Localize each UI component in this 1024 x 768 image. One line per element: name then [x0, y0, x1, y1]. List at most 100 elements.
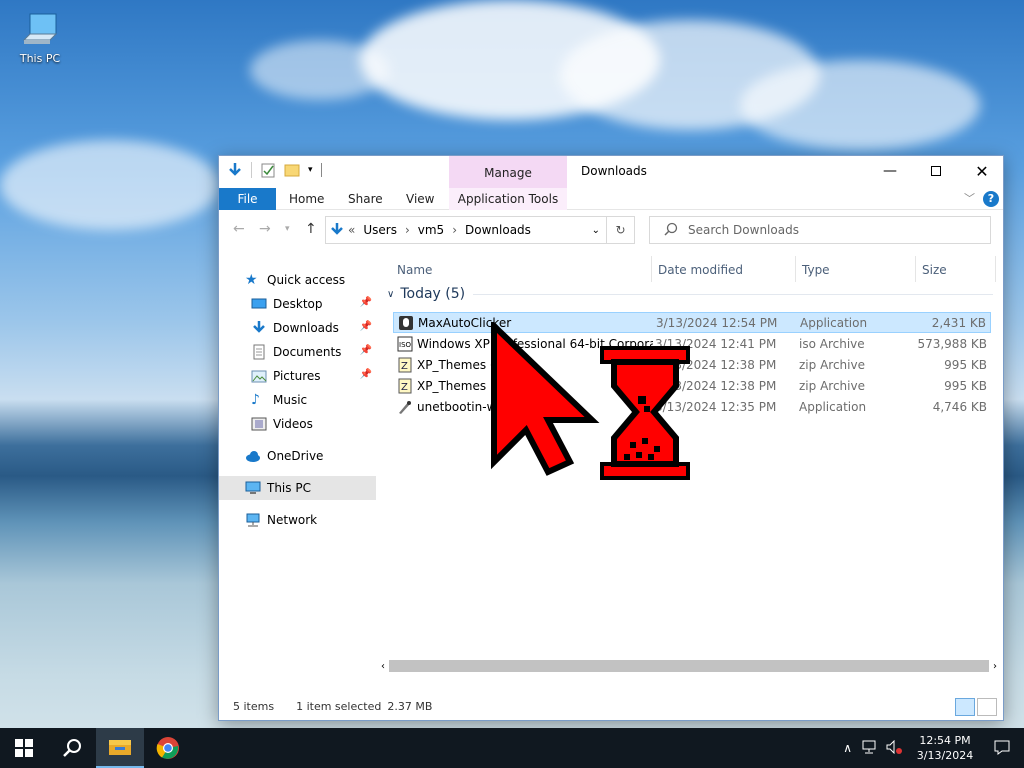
file-type: Application — [800, 315, 868, 330]
breadcrumb-downloads[interactable]: Downloads — [465, 223, 531, 237]
desktop-icon — [251, 296, 267, 312]
maximize-button[interactable] — [913, 156, 959, 186]
file-row[interactable]: unetbootin-w 3/13/2024 12:35 PM Applicat… — [393, 396, 991, 417]
help-icon[interactable]: ? — [983, 191, 999, 207]
recent-locations-icon[interactable]: ▾ — [285, 224, 290, 234]
star-icon: ★ — [245, 272, 258, 288]
tab-manage[interactable]: Manage — [449, 156, 567, 188]
collapse-chevron-icon[interactable]: ∨ — [387, 289, 394, 300]
address-dropdown-icon[interactable]: ⌄ — [592, 225, 600, 236]
nav-onedrive[interactable]: OneDrive — [219, 444, 376, 468]
pin-icon[interactable]: 📌 — [360, 321, 372, 332]
minimize-icon: — — [883, 163, 897, 179]
file-row[interactable]: Z XP_Themes (1) 3/13/2024 12:38 PM zip A… — [393, 354, 991, 375]
group-header-today[interactable]: ∨ Today (5) — [385, 286, 993, 302]
column-header-type[interactable]: Type — [802, 258, 830, 282]
tab-file[interactable]: File — [219, 188, 276, 210]
column-separator[interactable] — [651, 256, 652, 282]
tab-home[interactable]: Home — [279, 188, 334, 210]
breadcrumb-separator-icon[interactable]: › — [452, 223, 457, 237]
nav-music[interactable]: ♪ Music — [219, 388, 376, 412]
group-label: Today (5) — [400, 286, 466, 302]
notification-center-icon[interactable] — [980, 739, 1024, 758]
new-folder-icon[interactable] — [284, 162, 300, 178]
volume-muted-icon[interactable] — [886, 739, 902, 757]
title-bar: ▾ Manage Downloads — ✕ — [219, 156, 1003, 188]
column-separator[interactable] — [795, 256, 796, 282]
pin-icon[interactable]: 📌 — [360, 345, 372, 356]
tab-share[interactable]: Share — [338, 188, 393, 210]
tab-application-tools[interactable]: Application Tools — [449, 188, 567, 210]
pictures-icon — [251, 368, 267, 384]
svg-text:Z: Z — [401, 382, 408, 393]
search-icon — [63, 739, 81, 757]
scroll-right-icon[interactable]: › — [993, 661, 997, 672]
clock-time: 12:54 PM — [919, 734, 971, 747]
search-box[interactable]: Search Downloads — [649, 216, 991, 244]
file-row[interactable]: MaxAutoClicker 3/13/2024 12:54 PM Applic… — [393, 312, 991, 333]
tab-view[interactable]: View — [396, 188, 444, 210]
file-size: 573,988 KB — [917, 336, 987, 351]
column-header-size[interactable]: Size — [922, 258, 947, 282]
taskbar-chrome[interactable] — [144, 728, 192, 768]
file-type: Application — [799, 399, 867, 414]
taskbar-file-explorer[interactable] — [96, 728, 144, 768]
breadcrumb-vm5[interactable]: vm5 — [418, 223, 444, 237]
show-hidden-icons-icon[interactable]: ∧ — [843, 741, 852, 755]
scroll-left-icon[interactable]: ‹ — [381, 661, 385, 672]
close-button[interactable]: ✕ — [959, 156, 1005, 186]
details-view-icon[interactable] — [955, 698, 975, 716]
down-arrow-icon[interactable] — [227, 162, 243, 178]
system-tray: ∧ 12:54 PM 3/13/2024 — [843, 728, 1024, 768]
app-icon — [398, 315, 414, 331]
column-separator[interactable] — [995, 256, 996, 282]
this-pc-icon — [20, 10, 60, 50]
nav-videos[interactable]: Videos — [219, 412, 376, 436]
clock-date: 3/13/2024 — [916, 749, 974, 762]
zip-icon: Z — [397, 357, 413, 373]
nav-quick-access[interactable]: ★ Quick access — [219, 268, 376, 292]
navigation-pane: ★ Quick access Desktop 📌 Downloads 📌 Doc… — [219, 250, 379, 692]
file-type: iso Archive — [799, 336, 865, 351]
svg-text:ISO: ISO — [399, 341, 412, 349]
breadcrumb-users[interactable]: Users — [363, 223, 397, 237]
search-button[interactable] — [48, 728, 96, 768]
clock[interactable]: 12:54 PM 3/13/2024 — [910, 733, 980, 763]
file-row[interactable]: ISO Windows XP Professional 64-bit Corpo… — [393, 333, 991, 354]
svg-text:Z: Z — [401, 361, 408, 372]
breadcrumb-separator-icon[interactable]: › — [405, 223, 410, 237]
column-separator[interactable] — [915, 256, 916, 282]
customize-qat-icon[interactable]: ▾ — [308, 165, 313, 175]
start-button[interactable] — [0, 728, 48, 768]
properties-icon[interactable] — [260, 162, 276, 178]
pin-icon[interactable]: 📌 — [360, 369, 372, 380]
nav-label: Quick access — [267, 273, 346, 287]
network-status-icon[interactable] — [862, 740, 878, 757]
scroll-thumb[interactable] — [389, 660, 989, 672]
up-arrow-icon[interactable]: ↑ — [305, 221, 317, 237]
nav-desktop[interactable]: Desktop 📌 — [219, 292, 376, 316]
file-size: 995 KB — [944, 378, 987, 393]
nav-downloads[interactable]: Downloads 📌 — [219, 316, 376, 340]
nav-documents[interactable]: Documents 📌 — [219, 340, 376, 364]
forward-arrow-icon[interactable]: → — [259, 221, 271, 237]
back-arrow-icon[interactable]: ← — [233, 221, 245, 237]
nav-this-pc[interactable]: This PC — [219, 476, 376, 500]
nav-network[interactable]: Network — [219, 508, 376, 532]
file-row[interactable]: Z XP_Themes 3/13/2024 12:38 PM zip Archi… — [393, 375, 991, 396]
search-input[interactable]: Search Downloads — [688, 223, 799, 237]
pin-icon[interactable]: 📌 — [360, 297, 372, 308]
desktop-icon-this-pc[interactable]: This PC — [12, 10, 68, 65]
zip-icon: Z — [397, 378, 413, 394]
column-header-name[interactable]: Name — [397, 258, 432, 282]
address-bar[interactable]: « Users › vm5 › Downloads ⌄ — [325, 216, 607, 244]
minimize-button[interactable]: — — [867, 156, 913, 186]
horizontal-scrollbar[interactable]: ‹ › — [379, 658, 1003, 674]
breadcrumb-overflow[interactable]: « — [348, 223, 355, 237]
large-icons-view-icon[interactable] — [977, 698, 997, 716]
file-size: 995 KB — [944, 357, 987, 372]
nav-pictures[interactable]: Pictures 📌 — [219, 364, 376, 388]
expand-ribbon-icon[interactable]: ﹀ — [964, 190, 975, 206]
column-header-date[interactable]: Date modified — [658, 258, 743, 282]
refresh-button[interactable]: ↻ — [607, 216, 635, 244]
